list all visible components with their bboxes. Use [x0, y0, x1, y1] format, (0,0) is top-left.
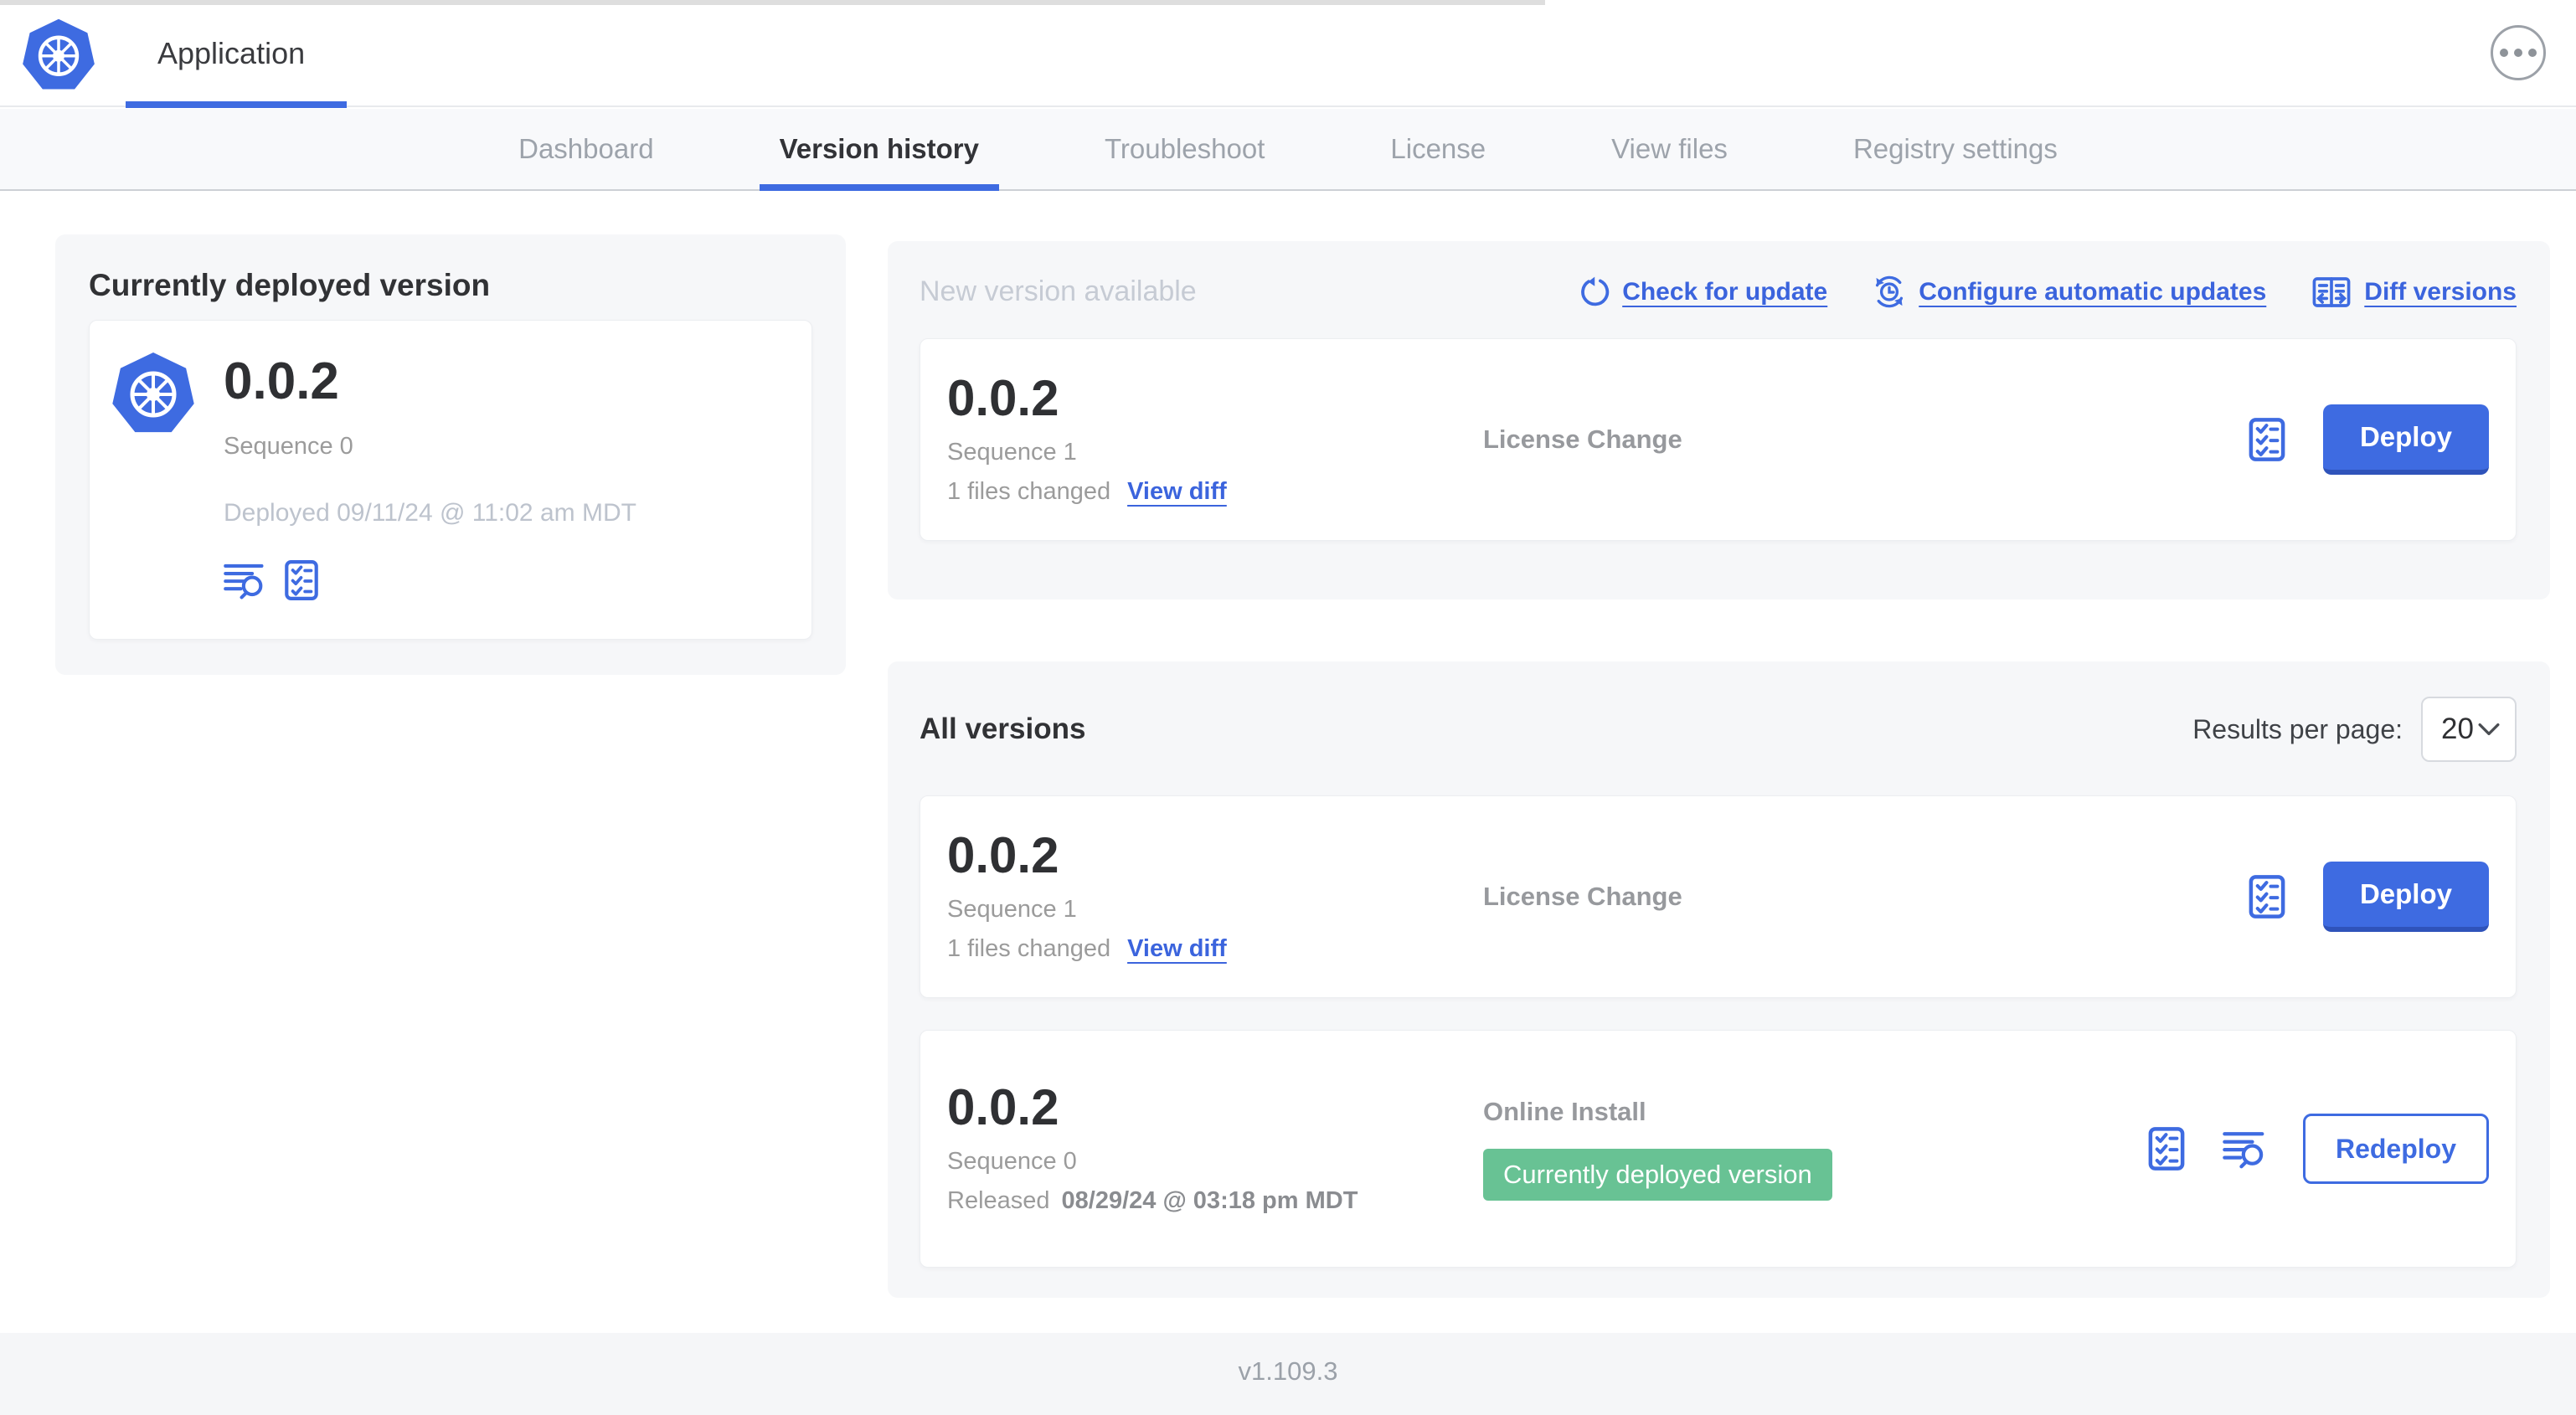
check-for-update-link[interactable]: Check for update [1576, 275, 1827, 309]
kubernetes-logo-icon [22, 15, 95, 94]
tab-version-history[interactable]: Version history [759, 109, 1000, 191]
version-number: 0.0.2 [947, 370, 1059, 426]
window-top-edge [0, 0, 1545, 5]
results-per-page-label: Results per page: [2192, 713, 2403, 744]
console-version: v1.109.3 [1238, 1356, 1338, 1386]
tab-view-files[interactable]: View files [1611, 109, 1728, 189]
currently-deployed-card: Currently deployed version 0.0.2 Sequenc… [55, 234, 846, 675]
preflight-checks-icon[interactable] [2248, 874, 2286, 919]
released-date: 08/29/24 @ 03:18 pm MDT [1061, 1187, 1358, 1214]
preflight-checks-icon[interactable] [2248, 417, 2286, 462]
chevron-down-icon [2478, 723, 2500, 736]
kebab-menu-icon[interactable] [2491, 25, 2546, 80]
deploy-button[interactable]: Deploy [2322, 862, 2489, 932]
version-sequence: Sequence 1 [947, 896, 1077, 923]
tab-troubleshoot[interactable]: Troubleshoot [1105, 109, 1265, 189]
view-logs-icon[interactable] [224, 561, 265, 599]
app-tab[interactable]: Application [126, 0, 337, 107]
view-diff-link[interactable]: View diff [1127, 935, 1227, 963]
currently-deployed-badge: Currently deployed version [1483, 1149, 1832, 1201]
currently-deployed-title: Currently deployed version [89, 268, 491, 302]
deploy-button[interactable]: Deploy [2322, 404, 2489, 475]
version-sequence: Sequence 1 [947, 439, 1077, 466]
new-version-section: New version available Check for update C… [888, 241, 2550, 599]
deployed-timestamp: Deployed 09/11/24 @ 11:02 am MDT [224, 499, 636, 527]
version-sequence: Sequence 0 [947, 1148, 1077, 1175]
view-diff-link[interactable]: View diff [1127, 478, 1227, 506]
version-number: 0.0.2 [947, 827, 1059, 883]
version-row: 0.0.2 Sequence 0 Released 08/29/24 @ 03:… [920, 1030, 2517, 1268]
version-source: License Change [1483, 424, 1682, 454]
app-tab-active-underline [126, 101, 347, 108]
all-versions-section: All versions Results per page: 20 0.0.2 … [888, 661, 2550, 1298]
tab-dashboard[interactable]: Dashboard [518, 109, 653, 189]
app-header: Application [0, 0, 2576, 108]
diff-versions-link[interactable]: Diff versions [2311, 275, 2517, 309]
auto-update-icon [1873, 275, 1906, 309]
tab-license[interactable]: License [1390, 109, 1486, 189]
released-label: Released [947, 1187, 1050, 1214]
version-source: License Change [1483, 882, 1682, 911]
deployed-version-number: 0.0.2 [224, 352, 339, 410]
new-version-title: New version available [920, 275, 1197, 307]
all-versions-title: All versions [920, 713, 1086, 745]
new-version-row: 0.0.2 Sequence 1 1 files changed View di… [920, 338, 2517, 541]
diff-icon [2311, 275, 2352, 309]
app-tab-label: Application [157, 36, 306, 70]
version-row: 0.0.2 Sequence 1 1 files changed View di… [920, 795, 2517, 998]
configure-automatic-updates-link[interactable]: Configure automatic updates [1873, 275, 2266, 309]
results-per-page-select[interactable]: 20 [2421, 697, 2517, 762]
files-changed-text: 1 files changed [947, 478, 1111, 505]
refresh-icon [1576, 275, 1610, 309]
redeploy-button[interactable]: Redeploy [2302, 1114, 2489, 1184]
files-changed-text: 1 files changed [947, 935, 1111, 962]
deployed-version-card: 0.0.2 Sequence 0 Deployed 09/11/24 @ 11:… [89, 320, 812, 640]
tab-registry-settings[interactable]: Registry settings [1853, 109, 2058, 189]
preflight-checks-icon[interactable] [284, 559, 319, 601]
view-logs-icon[interactable] [2223, 1129, 2266, 1169]
preflight-checks-icon[interactable] [2147, 1126, 2186, 1171]
app-footer: v1.109.3 [0, 1333, 2576, 1415]
deployed-sequence: Sequence 0 [224, 433, 353, 460]
kubernetes-logo-icon [111, 349, 195, 610]
version-source: Online Install [1483, 1097, 1646, 1126]
secondary-nav: Dashboard Version history Troubleshoot L… [0, 109, 2576, 191]
version-number: 0.0.2 [947, 1079, 1059, 1135]
